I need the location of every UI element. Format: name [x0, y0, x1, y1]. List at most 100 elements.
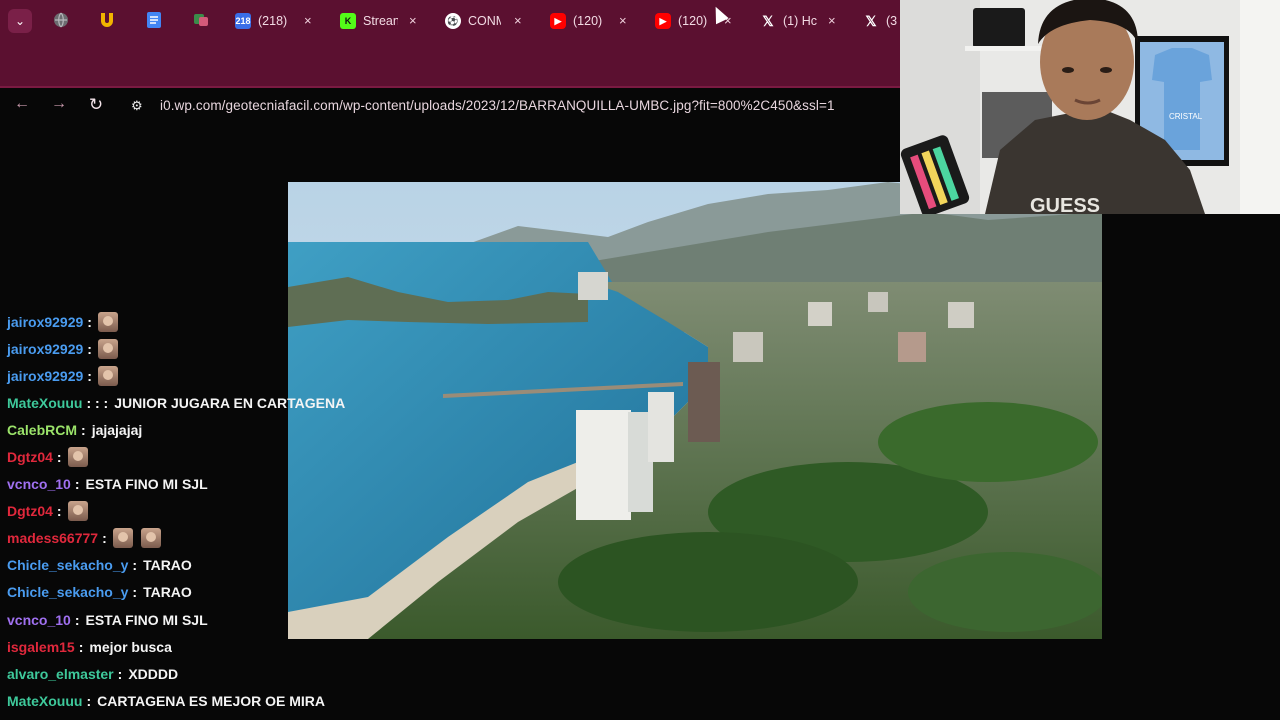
- pinned-tab-globe[interactable]: [52, 11, 70, 29]
- chat-text: jajajajaj: [91, 421, 143, 438]
- chat-emote-icon: [112, 528, 133, 549]
- chat-text: ESTA FINO MI SJL: [85, 476, 208, 493]
- tab-close-icon[interactable]: ×: [409, 11, 417, 31]
- docs-icon: [147, 12, 161, 28]
- chat-separator: :: [132, 557, 138, 574]
- shirt-text: GUESS: [1030, 195, 1100, 214]
- chat-username[interactable]: jairox92929: [7, 341, 83, 357]
- x-logo-icon: 𝕏: [762, 12, 774, 29]
- chat-separator: :: [102, 530, 107, 547]
- tab-conmebol[interactable]: ⚽ CONM: [445, 8, 501, 34]
- chat-emote-icon: [140, 528, 161, 549]
- chat-username[interactable]: vcnco_10: [7, 612, 71, 628]
- chat-emote-icon: [67, 501, 88, 522]
- chat-separator: :: [74, 476, 80, 493]
- chat-separator: :: [117, 665, 123, 682]
- chat-username[interactable]: vcnco_10: [7, 476, 71, 492]
- chat-message: Chicle_sekacho_y: TARAO: [7, 552, 367, 579]
- address-bar: ← → ↻ ⚙ i0.wp.com/geotecniafacil.com/wp-…: [0, 42, 900, 114]
- chat-message: madess66777:: [7, 525, 367, 552]
- chat-separator: :: [87, 340, 92, 357]
- chat-overlay: jairox92929: jairox92929: jairox92929: Mate…: [7, 290, 367, 714]
- tab-x-1[interactable]: 𝕏 (1) Hc: [760, 8, 818, 34]
- chat-text: TARAO: [143, 584, 192, 601]
- chat-message: vcnco_10: ESTA FINO MI SJL: [7, 471, 367, 498]
- chat-username[interactable]: MateXouuu: [7, 693, 82, 709]
- chat-message: isgalem15: mejor busca: [7, 633, 367, 660]
- stream-screen: ⌄ 218 (218) × K Strean × ⚽ CONM × ▶ (120…: [0, 0, 1280, 720]
- tab-title: CONM: [468, 14, 501, 28]
- chat-username[interactable]: Chicle_sekacho_y: [7, 557, 128, 573]
- youtube-icon: ▶: [550, 13, 566, 29]
- tab-search-button[interactable]: ⌄: [8, 9, 32, 33]
- tab-title: (218): [258, 14, 288, 28]
- pinned-tab-u[interactable]: [98, 11, 116, 29]
- tab-close-icon[interactable]: ×: [304, 11, 312, 31]
- chat-emote-icon: [97, 338, 118, 359]
- tab-stream[interactable]: K Strean: [340, 8, 398, 34]
- chat-text: mejor busca: [89, 638, 172, 655]
- chat-username[interactable]: Chicle_sekacho_y: [7, 584, 128, 600]
- chat-text: CARTAGENA ES MEJOR OE MIRA: [97, 692, 326, 709]
- soccer-ball-icon: ⚽: [445, 13, 461, 29]
- chat-emote-icon: [67, 447, 88, 468]
- chat-message: jairox92929:: [7, 362, 367, 389]
- chat-username[interactable]: isgalem15: [7, 639, 75, 655]
- tab-youtube-2[interactable]: ▶ (120): [655, 8, 713, 34]
- app-icon: [194, 14, 208, 26]
- chat-separator: :: [87, 367, 92, 384]
- chat-text: TARAO: [143, 557, 192, 574]
- x-logo-icon: 𝕏: [865, 12, 877, 29]
- tab-218[interactable]: 218 (218): [235, 8, 295, 34]
- globe-icon: [54, 12, 68, 28]
- chat-message: jairox92929:: [7, 308, 367, 335]
- tab-title: (120): [573, 14, 603, 28]
- tab-close-icon[interactable]: ×: [619, 11, 627, 31]
- tab-youtube-1[interactable]: ▶ (120): [550, 8, 608, 34]
- chat-message: CalebRCM: jajajajaj: [7, 416, 367, 443]
- chat-username[interactable]: Dgtz04: [7, 449, 53, 465]
- chat-username[interactable]: jairox92929: [7, 314, 83, 330]
- chat-message: Dgtz04:: [7, 443, 367, 470]
- webcam-feed: CRISTAL GUESS: [900, 0, 1280, 214]
- chat-username[interactable]: CalebRCM: [7, 422, 77, 438]
- tab-title: (120): [678, 14, 708, 28]
- site-settings-icon[interactable]: ⚙: [131, 98, 143, 114]
- tab-close-icon[interactable]: ×: [828, 11, 836, 31]
- chat-separator: :: [132, 584, 138, 601]
- pinned-tab-docs[interactable]: [145, 11, 163, 29]
- chat-message: MateXouuu: : : JUNIOR JUGARA EN CARTAGENA: [7, 389, 367, 416]
- chat-text: ESTA FINO MI SJL: [85, 611, 208, 628]
- jersey-text: CRISTAL: [1169, 112, 1203, 121]
- youtube-icon: ▶: [655, 13, 671, 29]
- chat-separator: :: [87, 313, 92, 330]
- chat-username[interactable]: Dgtz04: [7, 503, 53, 519]
- kick-icon: K: [340, 13, 356, 29]
- url-field[interactable]: i0.wp.com/geotecniafacil.com/wp-content/…: [160, 98, 835, 113]
- chat-separator: :: [86, 692, 92, 709]
- tab-title: Strean: [363, 14, 398, 28]
- chat-message: vcnco_10: ESTA FINO MI SJL: [7, 606, 367, 633]
- chat-message: alvaro_elmaster: XDDDD: [7, 660, 367, 687]
- back-arrow-icon[interactable]: ←: [11, 95, 33, 113]
- tab-title: (3: [886, 14, 898, 28]
- chat-separator: :: [78, 638, 84, 655]
- badge-icon: 218: [235, 13, 251, 29]
- reload-icon[interactable]: ↻: [85, 95, 107, 115]
- chat-username[interactable]: madess66777: [7, 530, 98, 546]
- tab-x-2[interactable]: 𝕏 (3: [863, 8, 900, 34]
- forward-arrow-icon[interactable]: →: [48, 95, 70, 113]
- u-logo-icon: [101, 13, 113, 27]
- chat-emote-icon: [97, 365, 118, 386]
- chat-username[interactable]: MateXouuu: [7, 395, 82, 411]
- chat-username[interactable]: jairox92929: [7, 368, 83, 384]
- chat-separator: :: [74, 611, 80, 628]
- chat-message: MateXouuu: CARTAGENA ES MEJOR OE MIRA: [7, 687, 367, 714]
- tab-title: (1) Hc: [783, 14, 818, 28]
- chat-message-partial: [7, 290, 367, 308]
- chat-message: Dgtz04:: [7, 498, 367, 525]
- pinned-tab-app[interactable]: [192, 11, 210, 29]
- tab-close-icon[interactable]: ×: [514, 11, 522, 31]
- chat-username[interactable]: alvaro_elmaster: [7, 666, 114, 682]
- chat-text: JUNIOR JUGARA EN CARTAGENA: [114, 394, 346, 411]
